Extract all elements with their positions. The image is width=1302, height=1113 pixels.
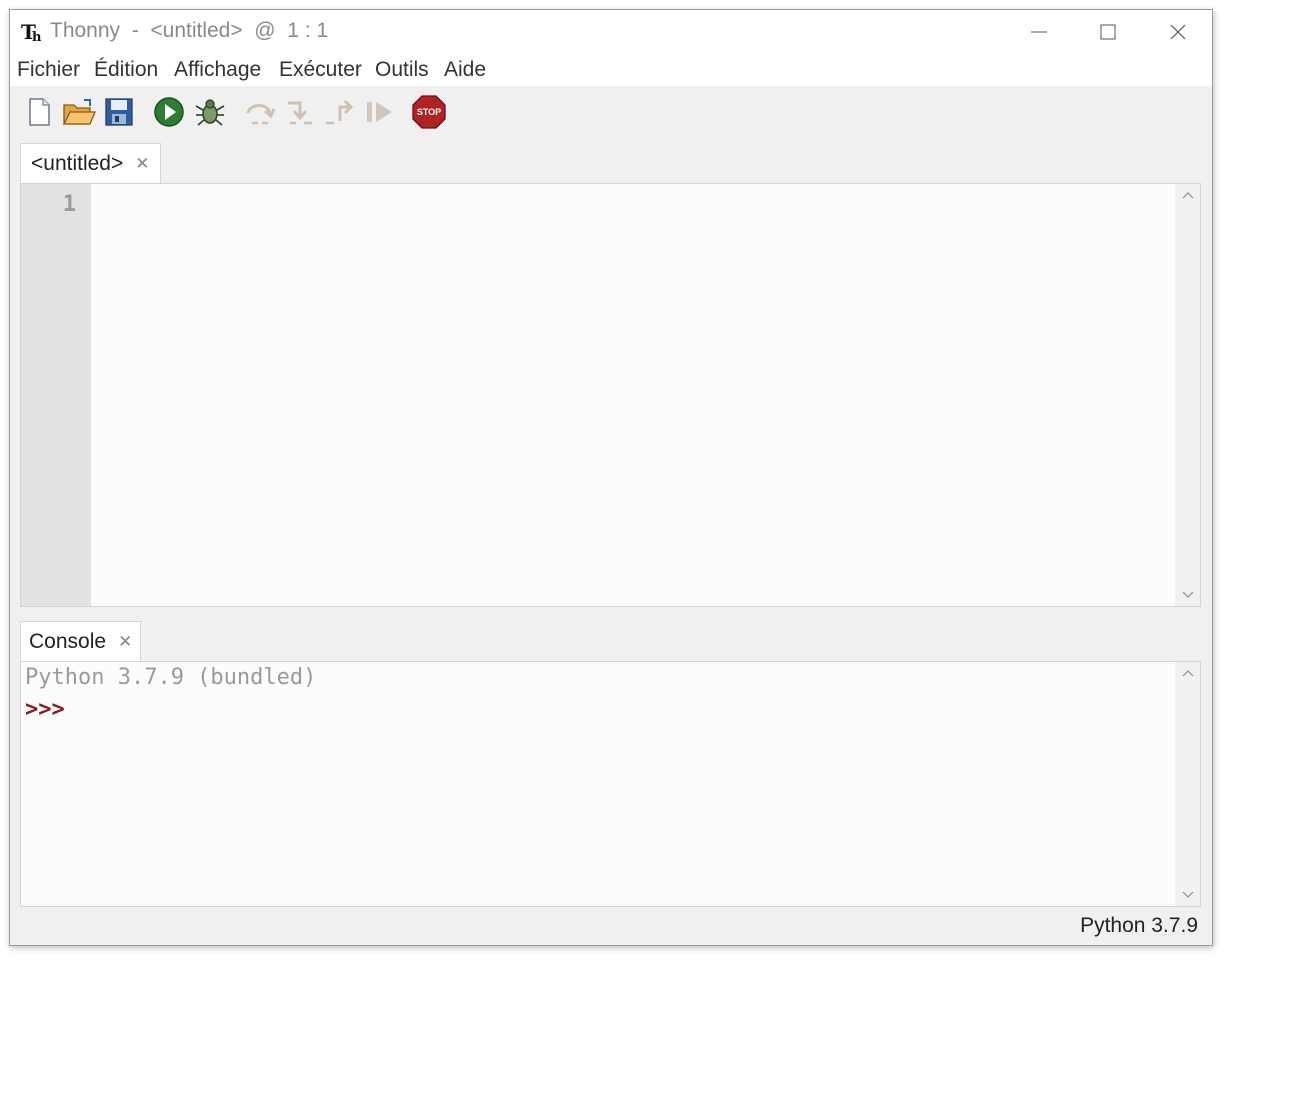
step-into-icon (288, 101, 312, 125)
maximize-button[interactable] (1073, 10, 1143, 54)
run-button[interactable] (151, 94, 187, 130)
menu-fichier[interactable]: Fichier (17, 58, 80, 82)
tab-label: <untitled> (31, 152, 124, 175)
menu-executer[interactable]: Exécuter (279, 58, 362, 82)
minimize-icon (1031, 31, 1047, 33)
scroll-up-icon[interactable] (1182, 668, 1194, 680)
minimize-button[interactable] (1004, 10, 1074, 54)
console-prompt: >>> (25, 697, 65, 722)
stop-button[interactable]: STOP (411, 94, 447, 130)
debug-button[interactable] (192, 94, 228, 130)
maximize-icon (1100, 24, 1116, 40)
open-file-button[interactable] (61, 94, 97, 130)
step-out-icon (326, 99, 354, 125)
thonny-logo-icon: T h (21, 20, 42, 44)
interpreter-status[interactable]: Python 3.7.9 (1080, 914, 1198, 938)
python-shell[interactable]: Python 3.7.9 (bundled) >>> (20, 661, 1201, 907)
resume-icon (367, 102, 392, 122)
save-icon (105, 98, 133, 126)
editor-scrollbar[interactable] (1175, 184, 1200, 606)
step-over-button[interactable] (242, 94, 278, 130)
scroll-down-icon[interactable] (1182, 888, 1194, 900)
console-banner: Python 3.7.9 (bundled) (25, 665, 317, 690)
step-into-button[interactable] (282, 94, 318, 130)
tab-console[interactable]: Console ✕ (20, 621, 142, 662)
line-number-gutter: 1 (21, 184, 91, 606)
run-icon (154, 97, 184, 127)
tab-label: Console (29, 630, 107, 653)
resume-button[interactable] (362, 94, 398, 130)
new-file-icon (29, 98, 50, 126)
toolbar: STOP (10, 86, 1212, 142)
debug-bug-icon (195, 99, 225, 126)
menu-bar: Fichier Édition Affichage Exécuter Outil… (10, 54, 1212, 86)
scroll-down-icon[interactable] (1182, 588, 1194, 600)
svg-text:h: h (32, 30, 42, 44)
save-button[interactable] (101, 94, 137, 130)
scroll-up-icon[interactable] (1182, 190, 1194, 202)
close-button[interactable] (1143, 10, 1213, 54)
close-icon (1170, 24, 1186, 40)
stop-icon: STOP (412, 95, 446, 129)
window-title: Thonny - <untitled> @ 1 : 1 (50, 19, 329, 42)
svg-text:STOP: STOP (417, 107, 441, 117)
title-bar[interactable]: T h Thonny - <untitled> @ 1 : 1 (10, 10, 1212, 54)
menu-outils[interactable]: Outils (375, 58, 429, 82)
line-number: 1 (62, 192, 76, 217)
new-file-button[interactable] (21, 94, 57, 130)
close-tab-icon[interactable]: ✕ (118, 632, 132, 652)
menu-aide[interactable]: Aide (444, 58, 486, 82)
open-folder-icon (62, 99, 96, 125)
console-scrollbar[interactable] (1175, 662, 1200, 906)
thonny-window: T h Thonny - <untitled> @ 1 : 1 Fichier … (9, 9, 1213, 946)
step-over-icon (246, 104, 276, 125)
menu-edition[interactable]: Édition (94, 58, 158, 82)
menu-affichage[interactable]: Affichage (174, 58, 261, 82)
tab-untitled[interactable]: <untitled> ✕ (20, 143, 161, 184)
step-out-button[interactable] (322, 94, 358, 130)
code-editor[interactable]: 1 (20, 183, 1201, 607)
close-tab-icon[interactable]: ✕ (135, 154, 149, 174)
